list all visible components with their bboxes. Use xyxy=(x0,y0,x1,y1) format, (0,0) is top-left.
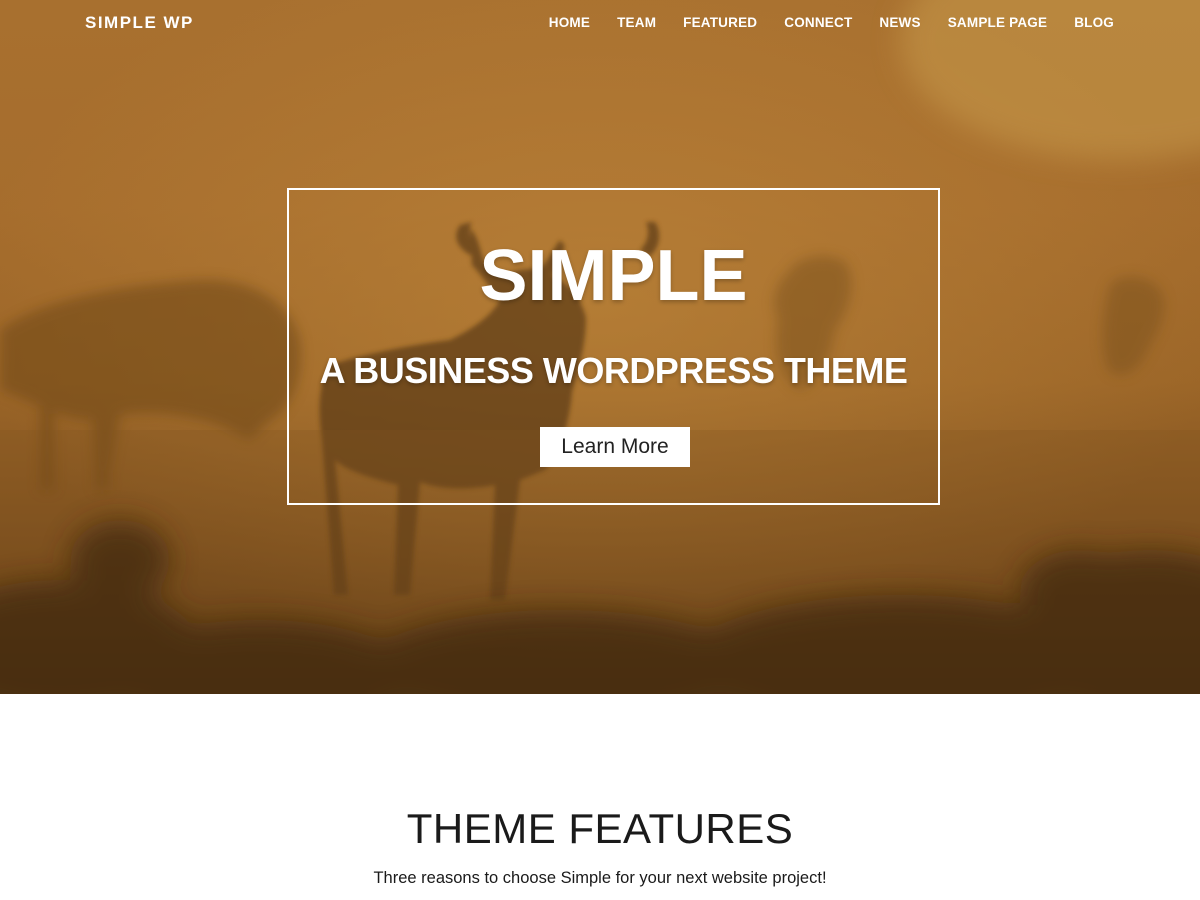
features-title: THEME FEATURES xyxy=(406,805,794,852)
hero-subtitle: A BUSINESS WORDPRESS THEME xyxy=(319,350,908,391)
site-title[interactable]: SIMPLE WP xyxy=(85,13,194,33)
hero-section: SIMPLE WP HOME TEAM FEATURED CONNECT NEW… xyxy=(0,0,1200,694)
learn-more-button[interactable]: Learn More xyxy=(540,427,690,467)
nav-item-sample-page[interactable]: SAMPLE PAGE xyxy=(948,15,1047,30)
hero-title: SIMPLE xyxy=(479,236,748,316)
nav-item-news[interactable]: NEWS xyxy=(879,15,920,30)
main-navigation: HOME TEAM FEATURED CONNECT NEWS SAMPLE P… xyxy=(549,15,1114,30)
nav-item-home[interactable]: HOME xyxy=(549,15,590,30)
nav-item-connect[interactable]: CONNECT xyxy=(784,15,852,30)
nav-item-blog[interactable]: BLOG xyxy=(1074,15,1114,30)
hero-frame: SIMPLE A BUSINESS WORDPRESS THEME Learn … xyxy=(287,188,940,505)
nav-item-team[interactable]: TEAM xyxy=(617,15,656,30)
features-subtitle: Three reasons to choose Simple for your … xyxy=(373,869,827,887)
nav-item-featured[interactable]: FEATURED xyxy=(683,15,757,30)
